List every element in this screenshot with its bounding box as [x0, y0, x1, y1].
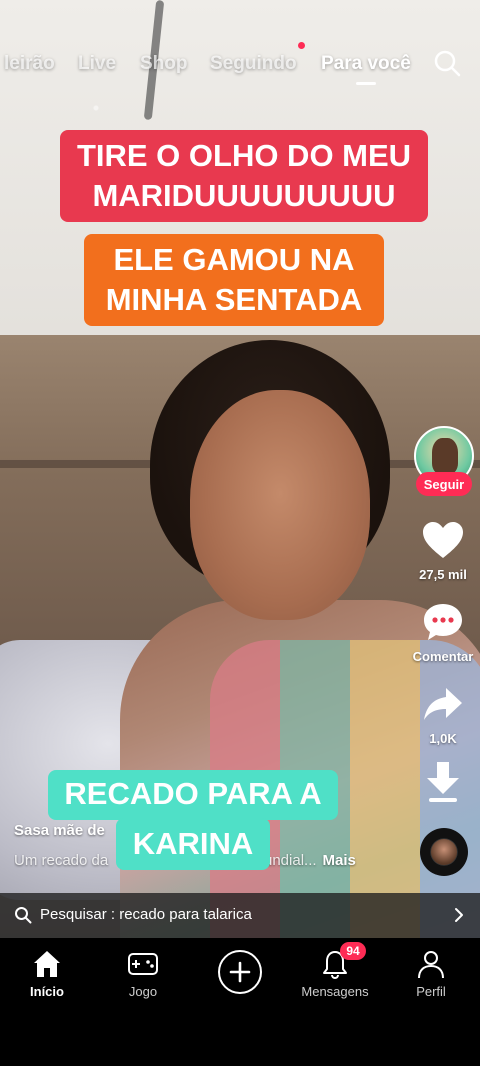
plus-icon: [229, 961, 251, 983]
top-nav: leirão Live Shop Seguindo Para você: [0, 44, 480, 84]
nav-profile-label: Perfil: [416, 984, 446, 999]
heart-icon: [423, 522, 463, 558]
gamepad-icon: [128, 953, 158, 975]
tab-following[interactable]: Seguindo: [210, 53, 297, 75]
like-count: 27,5 mil: [419, 567, 467, 582]
caption-line-1: TIRE O OLHO DO MEU MARIDUUUUUUUUU: [60, 130, 428, 222]
comment-label: Comentar: [412, 649, 474, 664]
music-cover: [431, 839, 457, 865]
download-button[interactable]: [408, 760, 478, 809]
chevron-right-icon: [455, 908, 463, 922]
tab-leilao[interactable]: leirão: [4, 53, 55, 75]
caption-line-3: RECADO PARA A: [48, 770, 338, 820]
create-button[interactable]: [218, 950, 262, 994]
nav-messages[interactable]: 94 Mensagens: [290, 942, 380, 999]
nav-home[interactable]: Início: [2, 948, 92, 999]
active-tab-indicator: [356, 82, 376, 85]
search-suggestion-text: Pesquisar : recado para talarica: [40, 906, 252, 923]
search-icon: [15, 907, 32, 924]
tab-for-you[interactable]: Para você: [321, 53, 411, 75]
download-icon: [427, 762, 459, 802]
more-link[interactable]: Mais: [323, 852, 356, 869]
follow-button[interactable]: Seguir: [416, 472, 472, 496]
nav-home-label: Início: [30, 984, 64, 999]
caption-line-4: KARINA: [116, 818, 270, 870]
messages-badge: 94: [340, 942, 366, 960]
avatar-figure: [432, 438, 458, 474]
description-end: undial...: [264, 852, 317, 869]
music-disc[interactable]: [420, 828, 468, 876]
nav-messages-label: Mensagens: [301, 984, 369, 999]
like-button[interactable]: 27,5 mil: [408, 520, 478, 582]
search-icon[interactable]: [432, 48, 462, 78]
comment-icon: [424, 604, 462, 640]
nav-games[interactable]: Jogo: [98, 948, 188, 999]
nav-games-label: Jogo: [128, 984, 158, 999]
home-icon: [34, 951, 60, 977]
following-notification-dot: [298, 42, 305, 49]
caption-line-2: ELE GAMOU NA MINHA SENTADA: [84, 234, 384, 326]
share-count: 1,0K: [429, 731, 457, 746]
tab-shop[interactable]: Shop: [140, 53, 188, 75]
person-face: [190, 390, 370, 620]
person-icon: [418, 951, 444, 979]
share-button[interactable]: 1,0K: [408, 686, 478, 746]
comment-button[interactable]: Comentar: [408, 602, 478, 664]
search-suggestion-bar[interactable]: Pesquisar : recado para talarica: [0, 893, 480, 938]
tab-live[interactable]: Live: [78, 53, 116, 75]
nav-profile[interactable]: Perfil: [386, 948, 476, 999]
author-name[interactable]: Sasa mãe de: [14, 822, 105, 839]
description-start: Um recado da: [14, 852, 109, 869]
share-icon: [424, 688, 462, 720]
